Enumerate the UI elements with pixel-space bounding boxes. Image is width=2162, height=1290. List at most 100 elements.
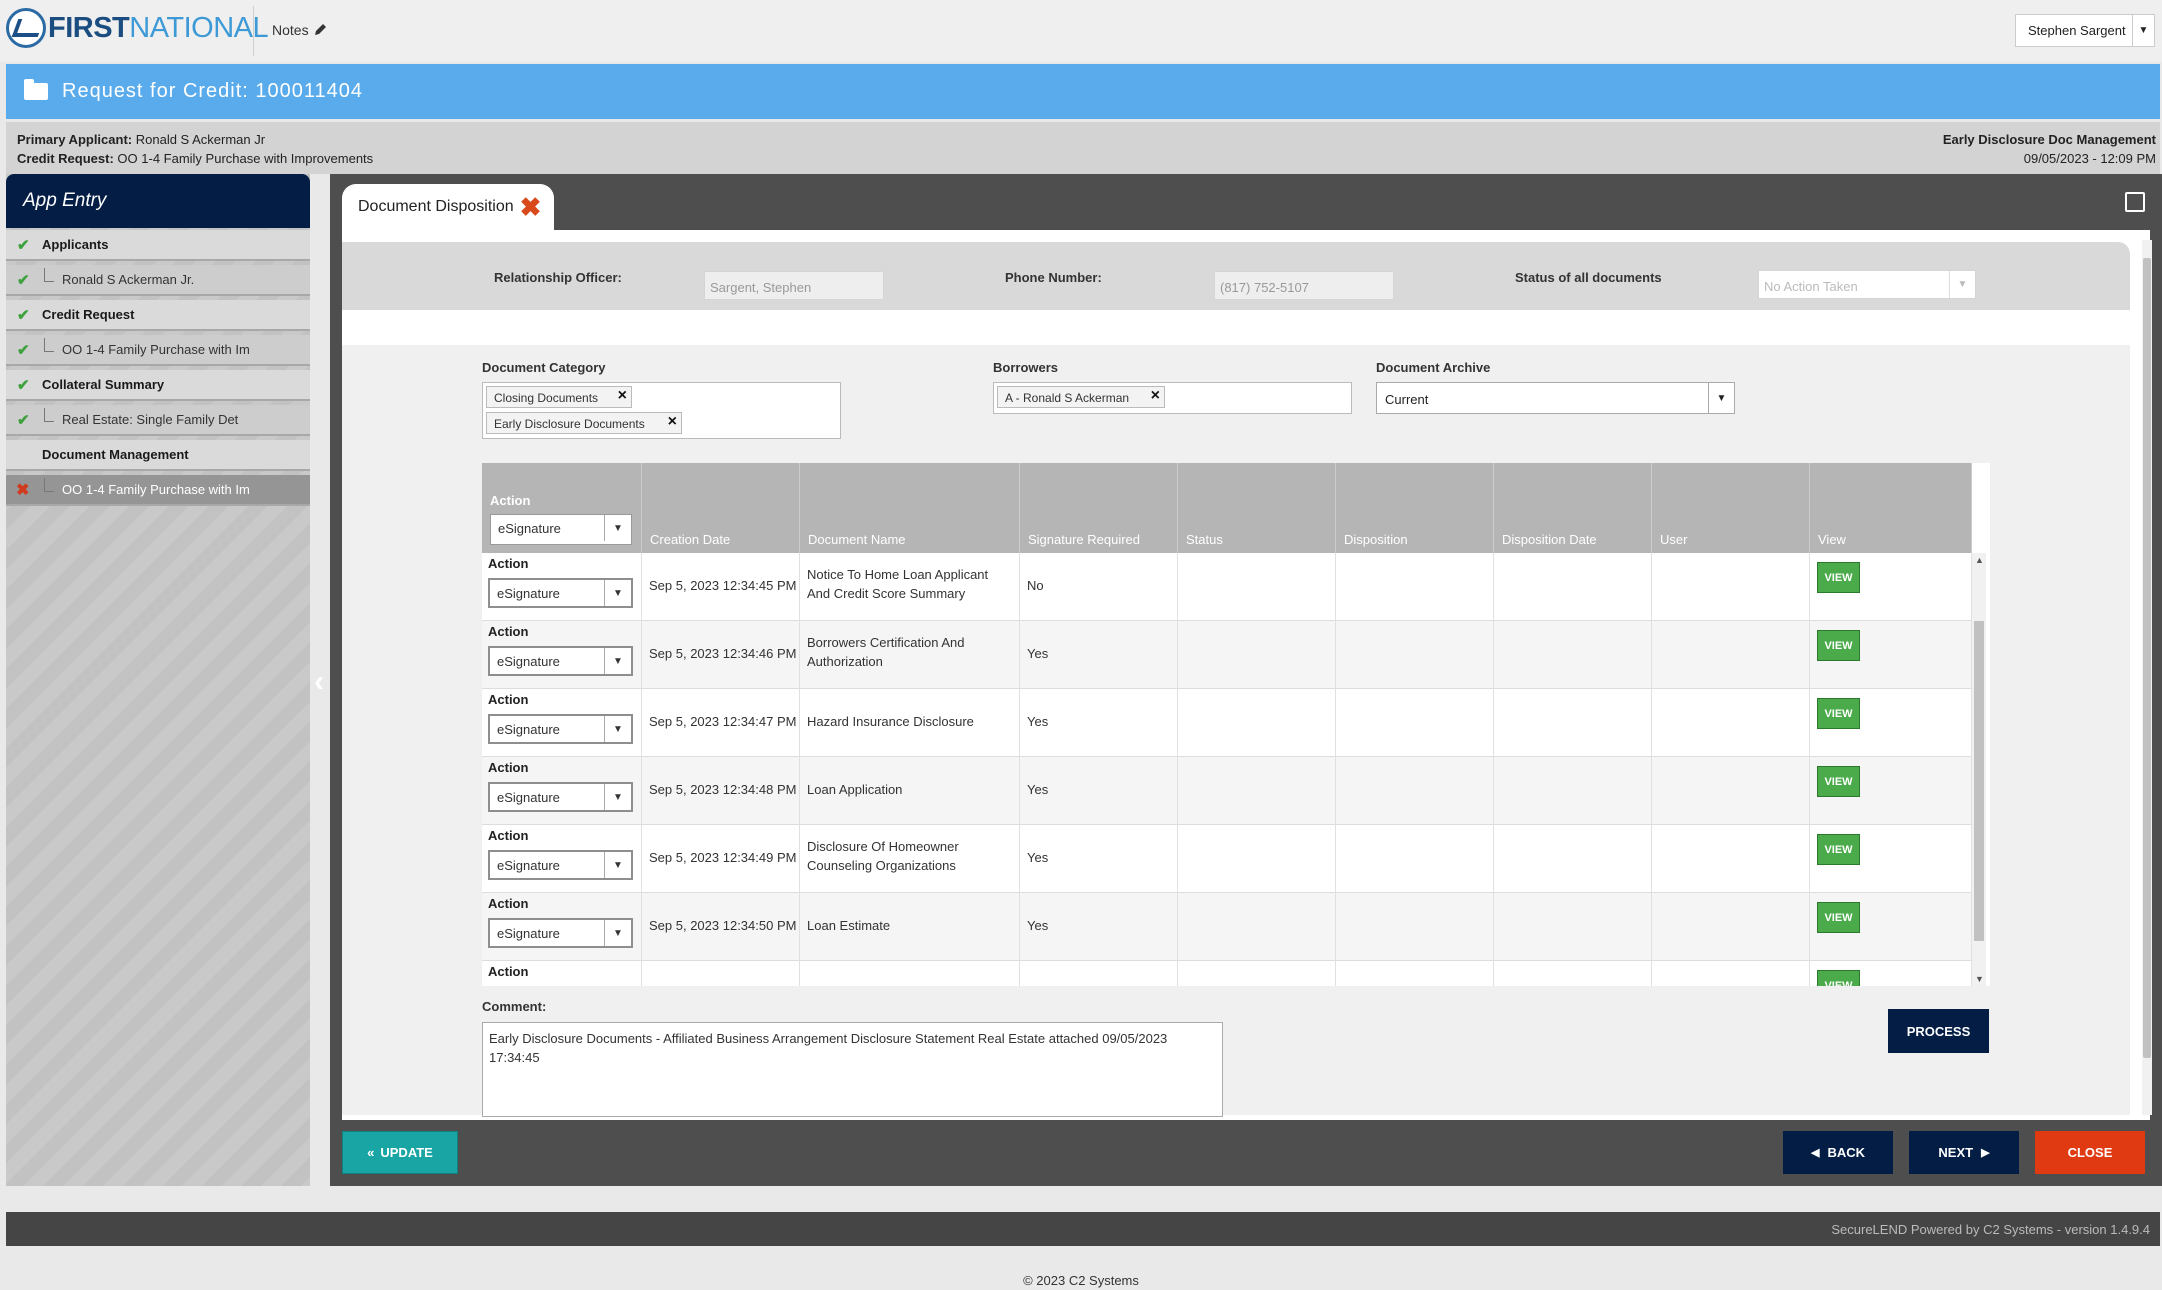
empty-cell <box>1336 757 1494 825</box>
document-name-cell: Hazard Insurance Disclosure <box>800 689 1020 757</box>
sidebar-item-label: OO 1-4 Family Purchase with Im <box>62 482 250 497</box>
view-button[interactable]: VIEW <box>1817 766 1860 797</box>
row-action-select[interactable]: eSignature ▼ <box>488 646 633 676</box>
chevron-down-icon: ▼ <box>604 852 631 878</box>
creation-date-cell: Sep 5, 2023 12:34:50 PM <box>642 893 800 961</box>
column-header-label: Document Name <box>808 532 906 547</box>
view-button[interactable]: VIEW <box>1817 698 1860 729</box>
sidebar-item[interactable]: ✔ Real Estate: Single Family Det <box>6 405 310 436</box>
chevron-down-icon: ▼ <box>604 920 631 946</box>
tab-document-disposition[interactable]: Document Disposition ✖ <box>342 184 554 230</box>
creation-date: Sep 5, 2023 12:34:50 PM <box>649 918 797 933</box>
empty-cell <box>1020 961 1178 986</box>
empty-cell <box>800 961 1020 986</box>
column-header[interactable]: Creation Date <box>642 463 800 553</box>
empty-cell <box>1178 893 1336 961</box>
column-header[interactable]: Document Name <box>800 463 1020 553</box>
process-button[interactable]: PROCESS <box>1888 1009 1989 1053</box>
view-button[interactable]: VIEW <box>1817 562 1860 593</box>
row-action-select[interactable]: eSignature ▼ <box>488 714 633 744</box>
back-label: BACK <box>1827 1145 1866 1160</box>
sidebar-item[interactable]: ✔ Credit Request <box>6 300 310 331</box>
sidebar-item-label: Collateral Summary <box>42 377 165 392</box>
column-header[interactable]: Status <box>1178 463 1336 553</box>
column-header[interactable]: Disposition <box>1336 463 1494 553</box>
sidebar-item-label: Document Management <box>42 447 189 462</box>
first-national-logo[interactable]: FIRST NATIONAL <box>6 6 269 50</box>
back-button[interactable]: ◀ BACK <box>1783 1131 1893 1174</box>
credit-request-value: OO 1-4 Family Purchase with Improvements <box>117 151 374 166</box>
table-row: Action eSignature ▼ Sep 5, 2023 12:34:46 PM… <box>482 621 1972 689</box>
empty-cell <box>1178 961 1336 986</box>
row-action-select[interactable]: eSignature ▼ <box>488 918 633 948</box>
remove-tag-icon[interactable]: × <box>618 387 627 405</box>
view-button[interactable]: VIEW <box>1817 834 1860 865</box>
document-name: Loan Application <box>807 782 902 797</box>
signature-required-cell: Yes <box>1020 689 1178 757</box>
sidebar-item[interactable]: Document Management <box>6 440 310 471</box>
scrollbar-thumb[interactable] <box>2143 258 2151 1058</box>
header-divider <box>253 6 254 56</box>
signature-required: Yes <box>1027 646 1049 661</box>
scroll-up-icon[interactable]: ▲ <box>1975 555 1984 565</box>
remove-tag-icon[interactable]: × <box>1151 387 1160 405</box>
pencil-icon <box>314 24 326 35</box>
primary-applicant-label: Primary Applicant: <box>17 132 133 147</box>
officer-panel: Relationship Officer: Sargent, Stephen P… <box>342 242 2130 310</box>
document-category-multiselect[interactable]: Closing Documents × Early Disclosure Docu… <box>482 382 841 439</box>
collapse-sidebar-icon[interactable]: ‹ <box>308 662 330 702</box>
sidebar-item[interactable]: ✔ Applicants <box>6 230 310 261</box>
table-row: Action eSignature ▼ Sep 5, 2023 12:34:47 PM… <box>482 689 1972 757</box>
remove-tag-icon[interactable]: × <box>668 413 677 431</box>
view-cell: VIEW <box>1810 553 1972 621</box>
empty-cell <box>1178 621 1336 689</box>
next-button[interactable]: NEXT ▶ <box>1909 1131 2019 1174</box>
empty-cell <box>1178 825 1336 893</box>
column-header[interactable]: Signature Required <box>1020 463 1178 553</box>
empty-cell <box>1652 553 1810 621</box>
sidebar-item[interactable]: ✔ Collateral Summary <box>6 370 310 401</box>
column-header[interactable]: User <box>1652 463 1810 553</box>
row-action-select[interactable]: eSignature ▼ <box>488 578 633 608</box>
notes-button[interactable]: Notes <box>272 22 327 38</box>
grid-scrollbar-thumb[interactable] <box>1974 621 1984 941</box>
creation-date-cell: Sep 5, 2023 12:34:47 PM <box>642 689 800 757</box>
update-button[interactable]: « UPDATE <box>342 1131 458 1174</box>
row-action-select[interactable]: eSignature ▼ <box>488 850 633 880</box>
document-archive-select[interactable]: Current ▼ <box>1376 382 1735 414</box>
column-header-label: Disposition <box>1344 532 1408 547</box>
sidebar-item[interactable]: ✔ Ronald S Ackerman Jr. <box>6 265 310 296</box>
grid-body: Action eSignature ▼ Sep 5, 2023 12:34:45 PM… <box>482 553 1972 986</box>
scroll-down-icon[interactable]: ▼ <box>1975 974 1984 984</box>
borrowers-multiselect[interactable]: A - Ronald S Ackerman × <box>993 382 1352 414</box>
column-header[interactable]: Disposition Date <box>1494 463 1652 553</box>
view-button[interactable]: VIEW <box>1817 970 1860 986</box>
document-status-value: No Action Taken <box>1764 279 1858 294</box>
column-header[interactable]: View <box>1810 463 1972 553</box>
view-button[interactable]: VIEW <box>1817 630 1860 661</box>
creation-date-cell: Sep 5, 2023 12:34:46 PM <box>642 621 800 689</box>
signature-required-cell: Yes <box>1020 621 1178 689</box>
content-scrollbar[interactable] <box>2142 240 2152 1115</box>
checkmark-icon: ✔ <box>17 307 30 324</box>
close-button[interactable]: CLOSE <box>2035 1131 2145 1174</box>
borrower-tag: A - Ronald S Ackerman × <box>997 386 1165 408</box>
creation-date: Sep 5, 2023 12:34:45 PM <box>649 578 797 593</box>
signature-required: Yes <box>1027 714 1049 729</box>
document-name-line: Loan Application <box>807 782 903 797</box>
bulk-action-select[interactable]: eSignature ▼ <box>490 514 632 545</box>
document-status-select[interactable]: No Action Taken ▼ <box>1758 270 1976 299</box>
sidebar-item[interactable]: ✔ OO 1-4 Family Purchase with Im <box>6 335 310 366</box>
fullscreen-icon[interactable] <box>2125 192 2145 212</box>
close-tab-icon[interactable]: ✖ <box>520 194 542 220</box>
sidebar-item[interactable]: ✖ OO 1-4 Family Purchase with Im <box>6 475 310 506</box>
relationship-officer-label: Relationship Officer: <box>494 270 622 285</box>
empty-cell <box>1652 621 1810 689</box>
column-header-label: View <box>1818 532 1846 547</box>
grid-scrollbar[interactable]: ▲ ▼ <box>1972 553 1986 986</box>
user-menu-select[interactable]: Stephen Sargent ▼ <box>2015 14 2155 47</box>
sidebar-item-label: OO 1-4 Family Purchase with Im <box>62 342 250 357</box>
comment-textarea[interactable]: Early Disclosure Documents - Affiliated … <box>482 1022 1223 1117</box>
row-action-select[interactable]: eSignature ▼ <box>488 782 633 812</box>
view-button[interactable]: VIEW <box>1817 902 1860 933</box>
